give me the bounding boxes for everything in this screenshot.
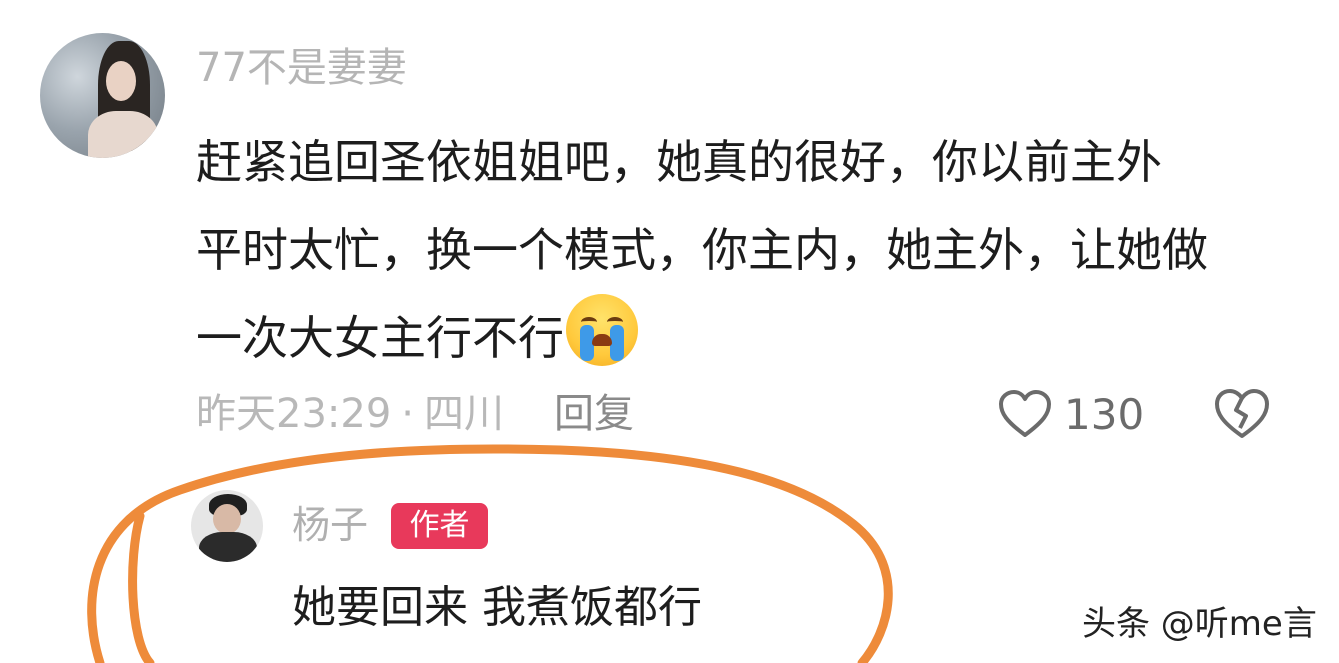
avatar-face (213, 504, 241, 534)
comment-line: 一次大女主行不行 (196, 294, 1306, 382)
comment-meta: 昨天23:29 · 四川 回复 (196, 388, 634, 440)
meta-separator: · (401, 391, 414, 437)
reply-text: 她要回来 我煮饭都行 (292, 582, 702, 633)
crying-face-emoji-icon (566, 294, 638, 366)
reply-button[interactable]: 回复 (554, 391, 634, 437)
avatar-body (88, 111, 158, 158)
avatar-body (199, 532, 257, 562)
reply-avatar[interactable] (191, 490, 263, 562)
comment-line: 平时太忙，换一个模式，你主内，她主外，让她做 (196, 223, 1208, 277)
like-button[interactable]: 130 (998, 386, 1144, 442)
like-count: 130 (1064, 389, 1145, 439)
reply-username[interactable]: 杨子 (292, 500, 368, 550)
comment-line: 赶紧追回圣依姐姐吧，她真的很好，你以前主外 (196, 135, 1162, 189)
comment-line-text: 一次大女主行不行 (196, 311, 564, 365)
heart-icon (999, 390, 1051, 437)
watermark: 头条 @听me言 (1082, 604, 1317, 644)
commenter-avatar[interactable] (40, 33, 165, 158)
avatar-face (106, 61, 136, 101)
comment-location: 四川 (424, 391, 504, 437)
comment-text: 赶紧追回圣依姐姐吧，她真的很好，你以前主外 平时太忙，换一个模式，你主内，她主外… (196, 118, 1306, 382)
dislike-broken-heart-icon[interactable] (1214, 388, 1270, 440)
comment-timestamp: 昨天23:29 (196, 391, 392, 437)
commenter-username[interactable]: 77不是妻妻 (196, 44, 407, 92)
author-badge: 作者 (391, 503, 488, 549)
